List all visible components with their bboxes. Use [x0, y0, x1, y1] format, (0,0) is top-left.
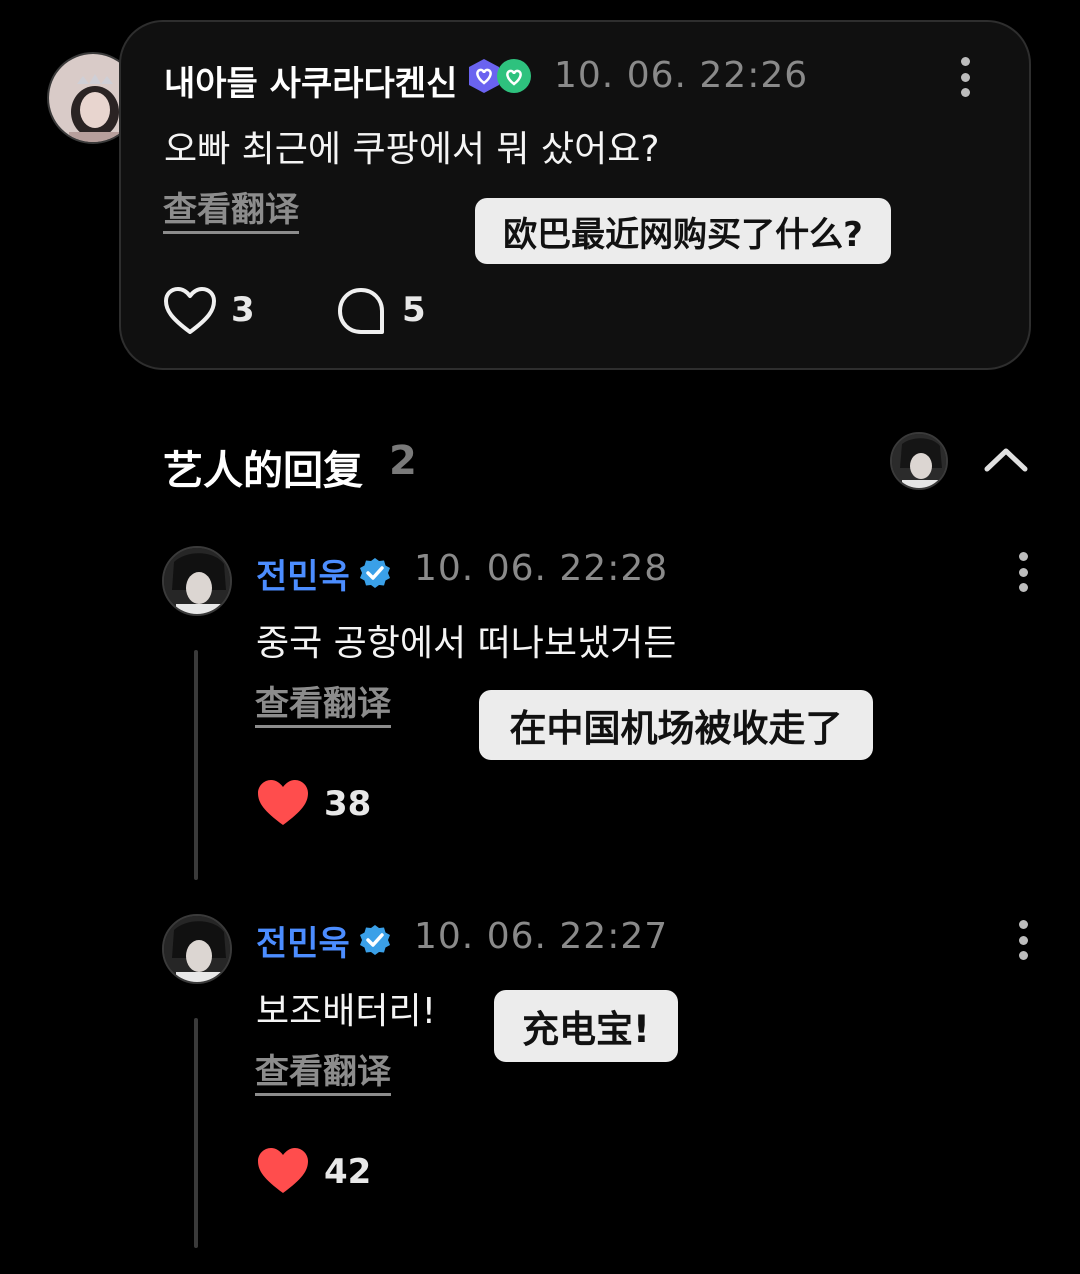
reply-like-count: 38: [324, 784, 372, 824]
artist-avatar-small[interactable]: [890, 432, 948, 490]
reply-translation-overlay: 在中国机场被收走了: [479, 690, 873, 760]
reply-like-button[interactable]: 42: [256, 1146, 386, 1198]
post-text: 오빠 최근에 쿠팡에서 뭐 샀어요?: [164, 129, 660, 170]
collapse-chevron-up-icon[interactable]: [983, 444, 1029, 474]
reply-like-count: 42: [324, 1152, 372, 1192]
heart-filled-icon: [258, 1148, 308, 1193]
reply-timestamp: 10. 06. 22:27: [414, 916, 669, 957]
verified-check-icon: [360, 925, 390, 955]
reply-thread-line: [194, 1018, 198, 1248]
reply-timestamp: 10. 06. 22:28: [414, 548, 669, 589]
post-username[interactable]: 내아들 사쿠라다켄신: [164, 56, 457, 105]
reply-username[interactable]: 전민욱: [256, 916, 350, 965]
post-comment-count: 5: [402, 290, 426, 330]
post-translate-link[interactable]: 查看翻译: [163, 191, 299, 235]
verified-heart-badge-icon: [469, 59, 499, 93]
reply-text: 중국 공항에서 떠나보냈거든: [256, 623, 677, 664]
reply-thread-line: [194, 650, 198, 880]
reply-author-avatar[interactable]: [162, 546, 232, 616]
reply-more-options-icon[interactable]: [1016, 552, 1030, 592]
reply-username[interactable]: 전민욱: [256, 549, 350, 598]
heart-filled-icon: [258, 780, 308, 825]
avatar-photo: [164, 548, 230, 614]
heart-outline-icon: [164, 287, 216, 334]
reply-like-button[interactable]: 38: [256, 778, 386, 830]
post-like-count: 3: [231, 290, 255, 330]
post-like-button[interactable]: 3: [163, 286, 263, 338]
reply-translate-link[interactable]: 查看翻译: [255, 1053, 391, 1097]
artist-replies-title: 艺人的回复: [163, 448, 363, 494]
post-translation-overlay: 欧巴最近网购买了什么?: [475, 198, 891, 264]
verified-badges: [466, 57, 534, 95]
verified-check-icon: [360, 558, 390, 588]
verified-heart-badge-icon: [497, 59, 531, 93]
post-more-options-icon[interactable]: [958, 57, 972, 97]
reply-text: 보조배터리!: [256, 991, 437, 1032]
reply-translation-overlay: 充电宝!: [494, 990, 678, 1062]
comment-bubble-icon: [338, 288, 384, 334]
reply-translate-link[interactable]: 查看翻译: [255, 685, 391, 729]
reply-author-avatar[interactable]: [162, 914, 232, 984]
avatar-photo: [164, 916, 230, 982]
artist-replies-count: 2: [389, 438, 417, 484]
post-timestamp: 10. 06. 22:26: [554, 55, 809, 96]
post-comment-button[interactable]: 5: [336, 286, 436, 338]
reply-more-options-icon[interactable]: [1016, 920, 1030, 960]
